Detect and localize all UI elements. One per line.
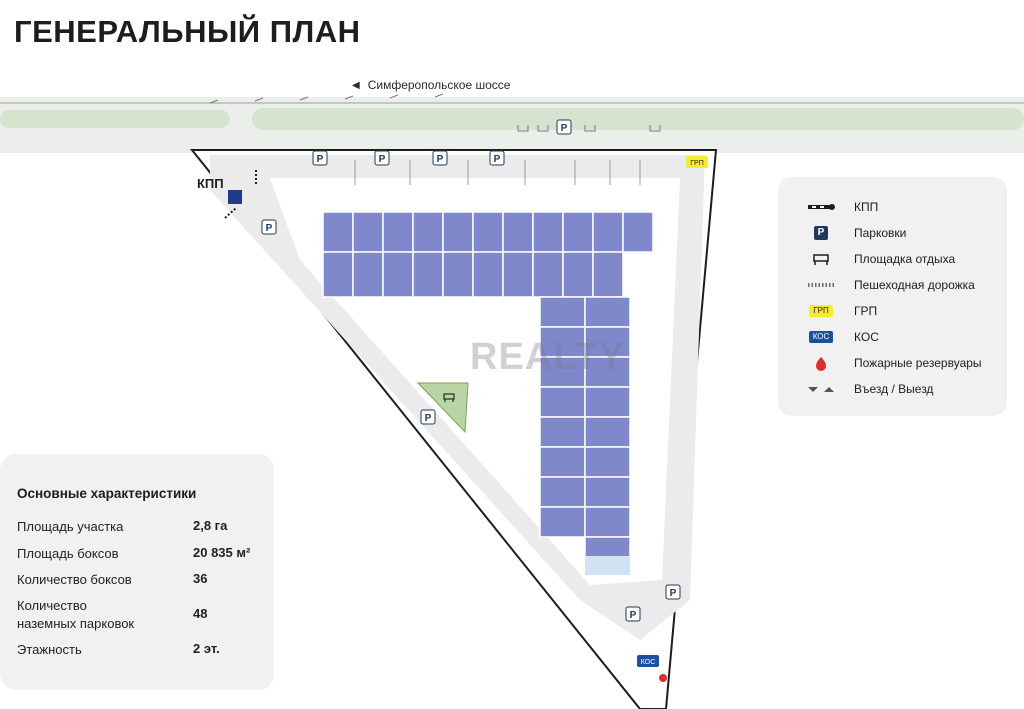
legend-item: КОС КОС	[778, 327, 1007, 347]
grp-badge: ГРП	[798, 301, 844, 321]
kpp-label: КПП	[197, 176, 224, 191]
kpp-booth	[228, 190, 242, 204]
highway-median-right	[252, 108, 1024, 130]
highway-median-left	[0, 110, 230, 128]
stat-label: Количество боксов	[17, 572, 132, 587]
bench-icon	[798, 249, 844, 269]
parking-label: P	[266, 223, 273, 234]
parking-label: P	[317, 154, 324, 165]
grp-label: ГРП	[690, 160, 704, 167]
stats-heading: Основные характеристики	[17, 486, 197, 501]
stat-label: наземных парковок	[17, 616, 135, 631]
parking-label: P	[630, 610, 637, 621]
legend-item: Въезд / Выезд	[778, 379, 1007, 399]
entry-exit-arrows-icon	[798, 379, 844, 399]
walkway-icon	[798, 275, 844, 295]
parking-label: P	[425, 413, 432, 424]
road-name: Симферопольское шоссе	[367, 78, 511, 92]
stat-value: 2,8 га	[193, 518, 228, 533]
legend-item: Пожарные резервуары	[778, 353, 1007, 373]
parking-label: P	[379, 154, 386, 165]
legend-item: P Парковки	[778, 223, 1007, 243]
fire-reservoir	[585, 557, 630, 575]
stat-value: 20 835 м²	[193, 545, 251, 560]
parking-label: P	[494, 154, 501, 165]
parking-label: P	[670, 588, 677, 599]
kos-badge: КОС	[798, 327, 844, 347]
arrow-left-icon: ◀	[352, 79, 360, 91]
watermark-logo: REALTY	[470, 336, 626, 378]
legend-item: Пешеходная дорожка	[778, 275, 1007, 295]
stat-label: Количество	[17, 598, 87, 613]
parking-label: P	[561, 123, 568, 134]
stat-label: Площадь боксов	[17, 546, 119, 561]
stats-panel: Основные характеристики Площадь участка …	[0, 454, 274, 690]
barrier-icon	[798, 197, 844, 217]
road-label: ◀ Симферопольское шоссе	[352, 78, 510, 92]
stat-value: 2 эт.	[193, 641, 220, 656]
stat-value: 48	[193, 606, 208, 621]
legend-item: ГРП ГРП	[778, 301, 1007, 321]
stat-label: Площадь участка	[17, 519, 124, 534]
parking-label: P	[437, 154, 444, 165]
fire-reservoir-icon	[659, 674, 667, 682]
stat-value: 36	[193, 571, 208, 586]
stat-label: Этажность	[17, 642, 82, 657]
legend-item: Площадка отдыха	[778, 249, 1007, 269]
fire-reservoir-icon	[798, 353, 844, 373]
kos-label: КОС	[641, 659, 656, 666]
legend-panel: КПП P Парковки Площадка отдыха Пешеходна…	[778, 177, 1007, 416]
parking-icon: P	[798, 223, 844, 243]
legend-item: КПП	[778, 197, 1007, 217]
